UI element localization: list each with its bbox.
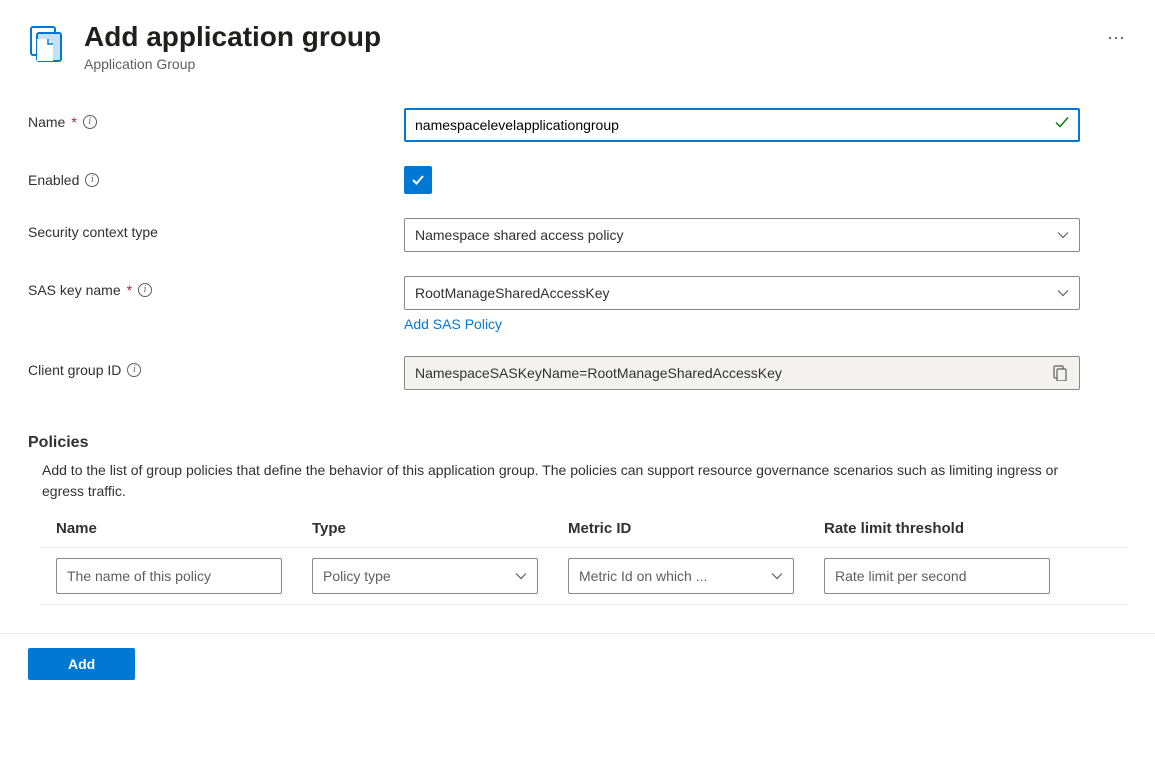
policy-type-placeholder: Policy type [323, 568, 515, 584]
security-context-type-select[interactable]: Namespace shared access policy [404, 218, 1080, 252]
policy-metric-placeholder: Metric Id on which ... [579, 568, 771, 584]
client-group-id-value: NamespaceSASKeyName=RootManageSharedAcce… [415, 365, 782, 381]
chevron-down-icon [1057, 229, 1069, 241]
chevron-down-icon [515, 570, 527, 582]
client-group-id-field: NamespaceSASKeyName=RootManageSharedAcce… [404, 356, 1080, 390]
info-icon[interactable]: i [138, 283, 152, 297]
chevron-down-icon [1057, 287, 1069, 299]
name-input[interactable] [404, 108, 1080, 142]
sas-key-name-select[interactable]: RootManageSharedAccessKey [404, 276, 1080, 310]
security-context-type-label: Security context type [28, 224, 158, 240]
chevron-down-icon [771, 570, 783, 582]
policies-description: Add to the list of group policies that d… [42, 460, 1062, 502]
add-sas-policy-link[interactable]: Add SAS Policy [404, 316, 502, 332]
more-actions-button[interactable]: ⋯ [1107, 20, 1127, 56]
enabled-label: Enabled [28, 172, 79, 188]
page-title: Add application group [84, 20, 1081, 54]
add-button[interactable]: Add [28, 648, 135, 680]
info-icon[interactable]: i [127, 363, 141, 377]
column-header-type: Type [312, 520, 560, 537]
policy-type-select[interactable]: Policy type [312, 558, 538, 594]
info-icon[interactable]: i [83, 115, 97, 129]
required-indicator: * [127, 282, 132, 298]
policy-rate-limit-input[interactable] [824, 558, 1050, 594]
column-header-metric-id: Metric ID [568, 520, 816, 537]
sas-key-name-value: RootManageSharedAccessKey [415, 285, 610, 301]
name-label: Name [28, 114, 65, 130]
column-header-name: Name [56, 520, 304, 537]
policy-name-input[interactable] [56, 558, 282, 594]
column-header-rate-limit: Rate limit threshold [824, 520, 1072, 537]
client-group-id-label: Client group ID [28, 362, 121, 378]
app-group-icon [28, 24, 68, 64]
copy-icon[interactable] [1053, 365, 1069, 381]
info-icon[interactable]: i [85, 173, 99, 187]
sas-key-name-label: SAS key name [28, 282, 121, 298]
enabled-checkbox[interactable] [404, 166, 432, 194]
page-subtitle: Application Group [84, 56, 1081, 72]
policy-row: Policy type Metric Id on which ... [42, 547, 1127, 605]
policies-heading: Policies [28, 434, 1127, 452]
required-indicator: * [71, 114, 76, 130]
checkmark-icon [1054, 114, 1070, 135]
policy-metric-id-select[interactable]: Metric Id on which ... [568, 558, 794, 594]
security-context-type-value: Namespace shared access policy [415, 227, 624, 243]
